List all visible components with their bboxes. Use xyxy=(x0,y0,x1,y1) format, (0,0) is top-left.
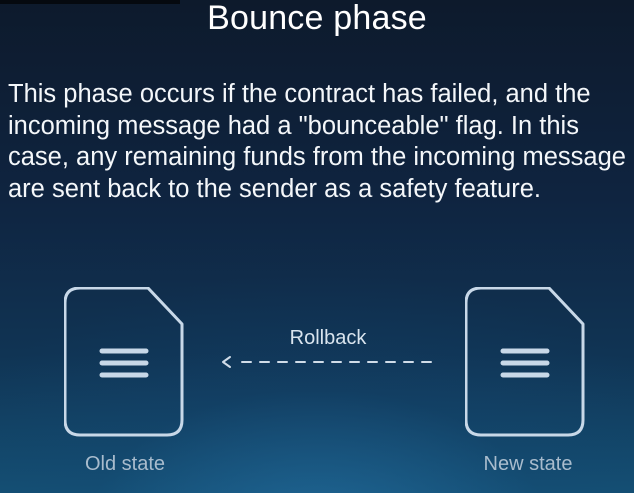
slide-description: This phase occurs if the contract has fa… xyxy=(8,80,626,203)
old-state-caption: Old state xyxy=(84,453,166,475)
rollback-arrow-icon xyxy=(216,353,436,376)
old-state-document-icon xyxy=(64,287,184,437)
slide-title: Bounce phase xyxy=(207,0,427,37)
rollback-label: Rollback xyxy=(289,327,367,349)
new-state-caption: New state xyxy=(483,453,573,475)
new-state-document-icon xyxy=(465,287,585,437)
